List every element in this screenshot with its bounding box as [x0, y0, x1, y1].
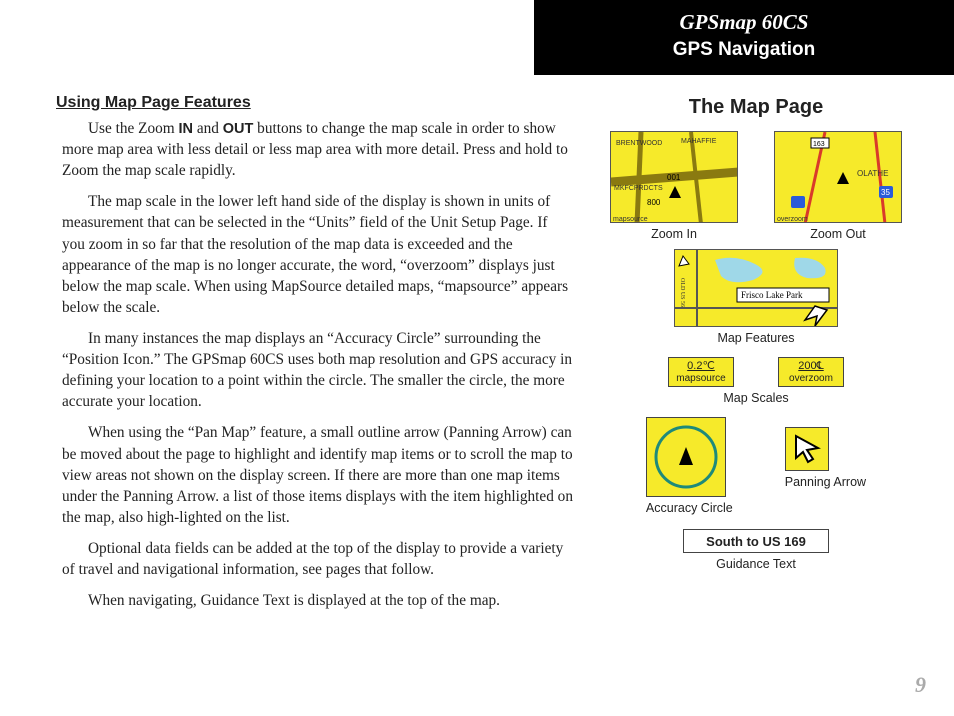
caption-map-scales: Map Scales — [594, 391, 918, 405]
bold-in: IN — [179, 121, 194, 137]
scale-label: overzoom — [789, 373, 833, 384]
svg-text:OLATHE: OLATHE — [857, 169, 888, 178]
map-features-thumbnail: OLD US 56 Frisco Lake Park — [674, 249, 838, 327]
svg-text:overzoom: overzoom — [777, 216, 808, 223]
figure-accuracy-circle: Accuracy Circle — [646, 417, 733, 515]
caption-zoom-in: Zoom In — [610, 227, 738, 241]
svg-text:Frisco Lake Park: Frisco Lake Park — [741, 290, 803, 300]
caption-map-features: Map Features — [594, 331, 918, 345]
paragraph-5: Optional data fields can be added at the… — [62, 538, 574, 580]
text: Use the Zoom — [88, 120, 179, 137]
page-number: 9 — [915, 672, 926, 698]
caption-accuracy: Accuracy Circle — [646, 501, 733, 515]
caption-guidance: Guidance Text — [594, 557, 918, 571]
svg-text:001: 001 — [667, 173, 681, 182]
svg-text:OLD US 56: OLD US 56 — [679, 278, 685, 307]
scale-chip-mapsource: 0.2℃ mapsource — [668, 357, 734, 387]
header-title: GPSmap 60CS — [554, 10, 934, 35]
svg-text:mapsource: mapsource — [613, 216, 648, 223]
svg-text:35: 35 — [881, 188, 890, 197]
section-heading: Using Map Page Features — [56, 94, 574, 112]
paragraph-2: The map scale in the lower left hand sid… — [62, 191, 574, 318]
caption-zoom-out: Zoom Out — [774, 227, 902, 241]
zoom-in-thumbnail: BRENTWOOD MAHAFFIE MKFCPRDCTS 001 800 ma… — [610, 131, 738, 223]
scale-value: 200℄ — [798, 360, 823, 372]
text: and — [193, 120, 223, 137]
header-subtitle: GPS Navigation — [554, 39, 934, 61]
accuracy-circle-icon — [646, 417, 726, 497]
svg-text:163: 163 — [813, 141, 825, 148]
scale-value: 0.2℃ — [687, 360, 715, 372]
svg-text:BRENTWOOD: BRENTWOOD — [616, 140, 662, 147]
paragraph-3: In many instances the map displays an “A… — [62, 328, 574, 412]
figure-panning-arrow: Panning Arrow — [785, 427, 866, 489]
scale-chip-overzoom: 200℄ overzoom — [778, 357, 844, 387]
caption-panning: Panning Arrow — [785, 475, 866, 489]
figure-zoom-out: 35 163 OLATHE overzoom Zoom Out — [774, 131, 902, 241]
figures-column: The Map Page BRENTWOOD MAHAFFIE MKFCPRDC… — [594, 96, 918, 571]
bold-out: OUT — [223, 121, 254, 137]
paragraph-1: Use the Zoom IN and OUT buttons to chang… — [62, 118, 574, 181]
panning-arrow-icon — [785, 427, 829, 471]
guidance-text-box: South to US 169 — [683, 529, 829, 553]
svg-text:MKFCPRDCTS: MKFCPRDCTS — [614, 185, 663, 192]
paragraph-6: When navigating, Guidance Text is displa… — [62, 590, 574, 611]
header-bar: GPSmap 60CS GPS Navigation — [534, 0, 954, 75]
svg-text:MAHAFFIE: MAHAFFIE — [681, 138, 717, 145]
figure-zoom-in: BRENTWOOD MAHAFFIE MKFCPRDCTS 001 800 ma… — [610, 131, 738, 241]
body-text-column: Using Map Page Features Use the Zoom IN … — [62, 94, 574, 621]
paragraph-4: When using the “Pan Map” feature, a smal… — [62, 422, 574, 528]
svg-text:800: 800 — [647, 198, 661, 207]
scale-label: mapsource — [676, 373, 725, 384]
right-title: The Map Page — [594, 96, 918, 119]
zoom-out-thumbnail: 35 163 OLATHE overzoom — [774, 131, 902, 223]
